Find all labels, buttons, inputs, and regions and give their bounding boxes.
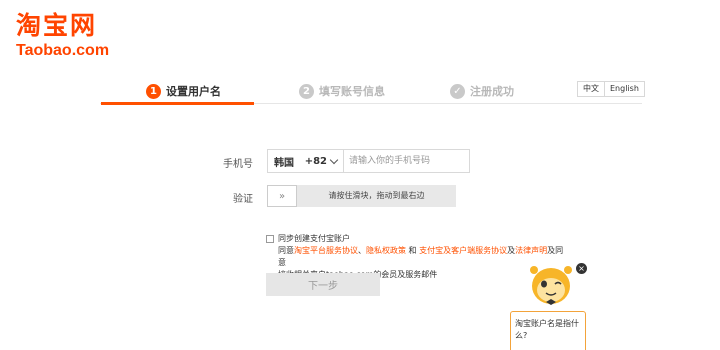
country-code-select[interactable]: 韩国 +82: [268, 150, 344, 172]
check-icon: ✓: [450, 83, 465, 99]
country-code: +82: [304, 155, 327, 167]
alipay-sync-label: 同步创建支付宝账户: [278, 234, 350, 243]
step-register-success: ✓ 注册成功: [450, 81, 514, 101]
phone-field: 韩国 +82: [267, 149, 470, 173]
alipay-sync-checkbox[interactable]: [266, 235, 274, 243]
platform-service-agreement-link[interactable]: 淘宝平台服务协议: [294, 246, 358, 255]
step-1-label: 设置用户名: [166, 85, 221, 98]
legal-notice-link[interactable]: 法律声明: [515, 246, 547, 255]
helper-tip-bubble[interactable]: 淘宝账户名是指什么?: [510, 311, 586, 350]
slider-handle[interactable]: »: [267, 185, 297, 207]
agreement-and: 和: [406, 246, 420, 255]
step-2-number: 2: [299, 83, 314, 99]
step-set-username: 1 设置用户名: [146, 81, 221, 101]
country-name: 韩国: [274, 157, 294, 169]
registration-steps: 1 设置用户名 2 填写账号信息 ✓ 注册成功: [100, 78, 642, 105]
slider-instruction: 请按住滑块，拖动到最右边: [328, 191, 425, 200]
lang-english-button[interactable]: English: [604, 82, 644, 96]
step-2-label: 填写账号信息: [319, 85, 385, 98]
verify-label: 验证: [233, 194, 253, 205]
logo-english-text: Taobao.com: [16, 42, 110, 59]
agreement-and-2: 及: [507, 246, 516, 255]
agreement-text: 同意淘宝平台服务协议、隐私权政策 和 支付宝及客户端服务协议及法律声明及同意: [266, 245, 566, 269]
step-fill-account-info: 2 填写账号信息: [299, 81, 385, 101]
privacy-policy-link[interactable]: 隐私权政策: [366, 246, 406, 255]
active-step-underline: [101, 102, 254, 105]
step-1-number: 1: [146, 83, 161, 99]
close-icon[interactable]: ×: [576, 263, 587, 274]
helper-tip-text: 淘宝账户名是指什么?: [515, 319, 579, 340]
mascot-icon[interactable]: [527, 262, 575, 308]
phone-input[interactable]: [344, 150, 469, 172]
logo-chinese-text: 淘宝网: [16, 11, 98, 40]
language-switcher: 中文 English: [577, 81, 645, 97]
taobao-logo[interactable]: 淘宝网 Taobao.com: [16, 12, 116, 60]
chevron-down-icon: [329, 155, 339, 164]
agreement-separator: 、: [358, 246, 366, 255]
slide-verification: » 请按住滑块，拖动到最右边: [267, 185, 456, 207]
lang-chinese-button[interactable]: 中文: [578, 82, 604, 96]
alipay-agreement-link[interactable]: 支付宝及客户端服务协议: [419, 246, 507, 255]
agreement-prefix: 同意: [278, 246, 294, 255]
next-step-button[interactable]: 下一步: [266, 273, 380, 296]
step-3-label: 注册成功: [470, 85, 514, 98]
phone-label: 手机号: [223, 159, 253, 170]
